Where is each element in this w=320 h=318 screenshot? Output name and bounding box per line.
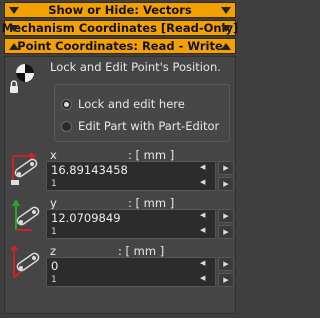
increment-button[interactable]: ▶ (218, 257, 234, 271)
z-axis-link-icon (10, 246, 40, 279)
radio-label: Edit Part with Part-Editor (78, 119, 220, 133)
increment-step-button[interactable]: ▶ (218, 177, 234, 191)
radio-button-selected[interactable] (61, 98, 72, 110)
collapse-arrow-icon (9, 6, 19, 14)
header-label: Point Coordinates: Read - Write (17, 39, 223, 53)
increment-button[interactable]: ▶ (218, 209, 234, 223)
y-spinner[interactable]: ▶ ▶ (218, 209, 234, 239)
x-step-arrows: ◀ ◀ (190, 161, 216, 191)
z-step: 1 (51, 275, 57, 285)
y-step: 1 (51, 227, 57, 237)
z-step-arrows: ◀ ◀ (190, 257, 216, 287)
decrement-step-icon[interactable]: ◀ (200, 274, 205, 282)
axis-label: x (50, 148, 57, 162)
header-label: Mechanism Coordinates [Read-Only] (1, 21, 239, 35)
z-coordinate-row: z : [ mm ] 0 1 ◀ ◀ ▶ ▶ (4, 244, 236, 290)
expand-arrow-icon (9, 42, 19, 50)
header-label: Show or Hide: Vectors (48, 3, 192, 17)
axis-label: z (50, 244, 57, 258)
decrement-icon[interactable]: ◀ (200, 259, 205, 267)
unit-label: : [ mm ] (118, 244, 165, 258)
collapse-arrow-icon (9, 24, 19, 32)
collapse-arrow-icon (221, 6, 231, 14)
x-step: 1 (51, 179, 57, 189)
increment-step-button[interactable]: ▶ (218, 225, 234, 239)
x-spinner[interactable]: ▶ ▶ (218, 161, 234, 191)
radio-label: Lock and edit here (78, 97, 185, 111)
unit-label: : [ mm ] (128, 196, 175, 210)
z-spinner[interactable]: ▶ ▶ (218, 257, 234, 287)
mechanism-coordinates-header[interactable]: Mechanism Coordinates [Read-Only] (1, 20, 239, 36)
radio-lock-edit-here[interactable]: Lock and edit here (61, 97, 185, 111)
edit-mode-radio-group: Lock and edit here Edit Part with Part-E… (54, 84, 230, 142)
radio-button[interactable] (61, 120, 72, 132)
y-axis-link-icon (12, 199, 40, 231)
y-coordinate-row: y : [ mm ] 12.0709849 1 ◀ ◀ ▶ ▶ (4, 196, 236, 242)
collapse-arrow-icon (221, 24, 231, 32)
x-axis-link-icon (11, 152, 38, 185)
x-value: 16.89143458 (51, 163, 128, 177)
show-hide-vectors-header[interactable]: Show or Hide: Vectors (4, 2, 236, 18)
y-step-arrows: ◀ ◀ (190, 209, 216, 239)
radio-edit-part-editor[interactable]: Edit Part with Part-Editor (61, 119, 219, 133)
decrement-icon[interactable]: ◀ (200, 211, 205, 219)
axis-label: y (50, 196, 57, 210)
point-marker-icon (10, 64, 34, 93)
point-coordinates-header[interactable]: Point Coordinates: Read - Write (4, 38, 236, 54)
y-value: 12.0709849 (51, 211, 121, 225)
decrement-step-icon[interactable]: ◀ (200, 178, 205, 186)
z-value: 0 (51, 259, 59, 273)
x-coordinate-row: x : [ mm ] 16.89143458 1 ◀ ◀ ▶ ▶ (4, 148, 236, 194)
decrement-step-icon[interactable]: ◀ (200, 226, 205, 234)
increment-button[interactable]: ▶ (218, 161, 234, 175)
expand-arrow-icon (221, 42, 231, 50)
increment-step-button[interactable]: ▶ (218, 273, 234, 287)
lock-icon-area (6, 62, 36, 96)
decrement-icon[interactable]: ◀ (200, 163, 205, 171)
unit-label: : [ mm ] (128, 148, 175, 162)
lock-edit-title: Lock and Edit Point's Position. (50, 60, 221, 74)
